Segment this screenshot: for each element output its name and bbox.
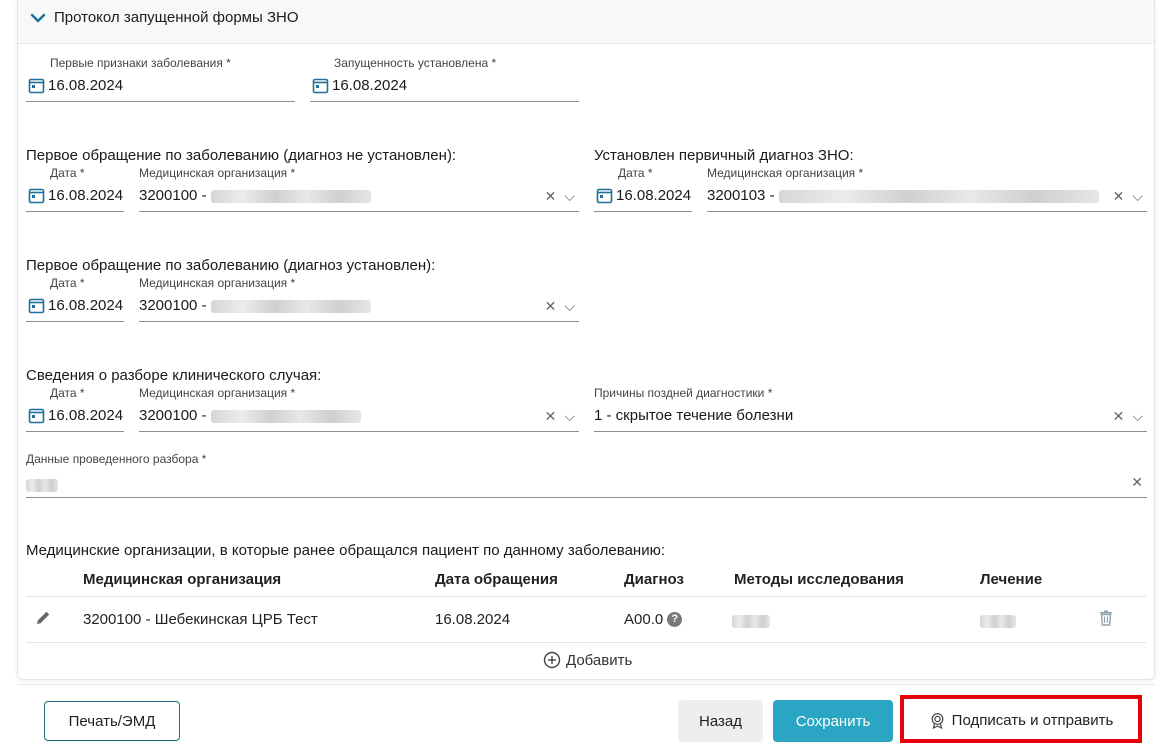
review-data-field[interactable]: Данные проведенного разбора * ✕ — [26, 452, 1147, 498]
row-diagnosis: A00.0 — [624, 611, 664, 628]
case-review-title: Сведения о разборе клинического случая: — [26, 367, 322, 384]
col-header-treatment: Лечение — [980, 571, 1043, 588]
calendar-icon[interactable] — [28, 77, 45, 94]
signature-icon — [931, 712, 944, 729]
col-header-diagnosis: Диагноз — [624, 571, 684, 588]
clear-icon[interactable]: ✕ — [1113, 188, 1125, 204]
row-treatment — [980, 615, 1016, 628]
edit-icon[interactable] — [34, 609, 52, 627]
col-header-methods: Методы исследования — [734, 571, 904, 588]
primary-dx-date[interactable]: Дата * 16.08.2024 — [594, 166, 692, 212]
first-signs-label: Первые признаки заболевания * — [50, 56, 231, 70]
print-emd-button[interactable]: Печать/ЭМД — [44, 701, 180, 741]
case-review-org[interactable]: Медицинская организация * 3200100 - ✕ ⌵ — [139, 386, 579, 432]
calendar-icon[interactable] — [28, 297, 45, 314]
row-org: 3200100 - Шебекинская ЦРБ Тест — [83, 611, 318, 628]
clear-icon[interactable]: ✕ — [1113, 408, 1125, 424]
row-date: 16.08.2024 — [435, 611, 511, 628]
clear-icon[interactable]: ✕ — [1131, 474, 1143, 490]
clear-icon[interactable]: ✕ — [545, 298, 557, 314]
orgs-table-title: Медицинские организации, в которые ранее… — [26, 542, 665, 559]
back-button[interactable]: Назад — [678, 700, 763, 742]
dropdown-icon[interactable]: ⌵ — [564, 188, 575, 204]
clear-icon[interactable]: ✕ — [545, 188, 557, 204]
case-review-date[interactable]: Дата * 16.08.2024 — [26, 386, 124, 432]
chevron-down-icon[interactable] — [30, 10, 46, 26]
dropdown-icon[interactable]: ⌵ — [1132, 408, 1143, 424]
calendar-icon[interactable] — [28, 407, 45, 424]
first-visit-no-dx-title: Первое обращение по заболеванию (диагноз… — [26, 147, 457, 164]
first-visit-no-dx-org[interactable]: Медицинская организация * 3200100 - ✕ ⌵ — [139, 166, 579, 212]
dropdown-icon[interactable]: ⌵ — [564, 298, 575, 314]
calendar-icon[interactable] — [596, 187, 613, 204]
calendar-icon[interactable] — [28, 187, 45, 204]
primary-dx-title: Установлен первичный диагноз ЗНО: — [594, 147, 854, 164]
first-visit-no-dx-date[interactable]: Дата * 16.08.2024 — [26, 166, 124, 212]
add-row-button[interactable]: Добавить — [543, 651, 632, 669]
neglect-set-value: 16.08.2024 — [332, 77, 408, 94]
first-visit-dx-title: Первое обращение по заболеванию (диагноз… — [26, 257, 436, 274]
late-diagnosis-reason-select[interactable]: Причины поздней диагностики * 1 - скрыто… — [594, 386, 1147, 432]
section-title: Протокол запущенной формы ЗНО — [54, 9, 299, 26]
dropdown-icon[interactable]: ⌵ — [1132, 188, 1143, 204]
first-visit-dx-date[interactable]: Дата * 16.08.2024 — [26, 276, 124, 322]
first-signs-value: 16.08.2024 — [48, 77, 124, 94]
help-icon[interactable]: ? — [667, 612, 683, 627]
row-methods — [732, 615, 770, 628]
neglect-set-field[interactable]: Запущенность установлена * 16.08.2024 — [310, 56, 579, 102]
save-button[interactable]: Сохранить — [773, 700, 893, 742]
calendar-icon[interactable] — [312, 77, 329, 94]
first-signs-field[interactable]: Первые признаки заболевания * 16.08.2024 — [26, 56, 295, 102]
col-header-org: Медицинская организация — [83, 571, 282, 588]
section-header[interactable]: Протокол запущенной формы ЗНО — [18, 0, 1154, 44]
sign-and-send-button[interactable]: Подписать и отправить — [907, 702, 1135, 738]
delete-icon[interactable] — [1099, 610, 1113, 626]
dropdown-icon[interactable]: ⌵ — [564, 408, 575, 424]
col-header-date: Дата обращения — [435, 571, 558, 588]
primary-dx-org[interactable]: Медицинская организация * 3200103 - ✕ ⌵ — [707, 166, 1147, 212]
neglect-set-label: Запущенность установлена * — [334, 56, 497, 70]
clear-icon[interactable]: ✕ — [545, 408, 557, 424]
add-circle-icon — [543, 651, 561, 669]
first-visit-dx-org[interactable]: Медицинская организация * 3200100 - ✕ ⌵ — [139, 276, 579, 322]
